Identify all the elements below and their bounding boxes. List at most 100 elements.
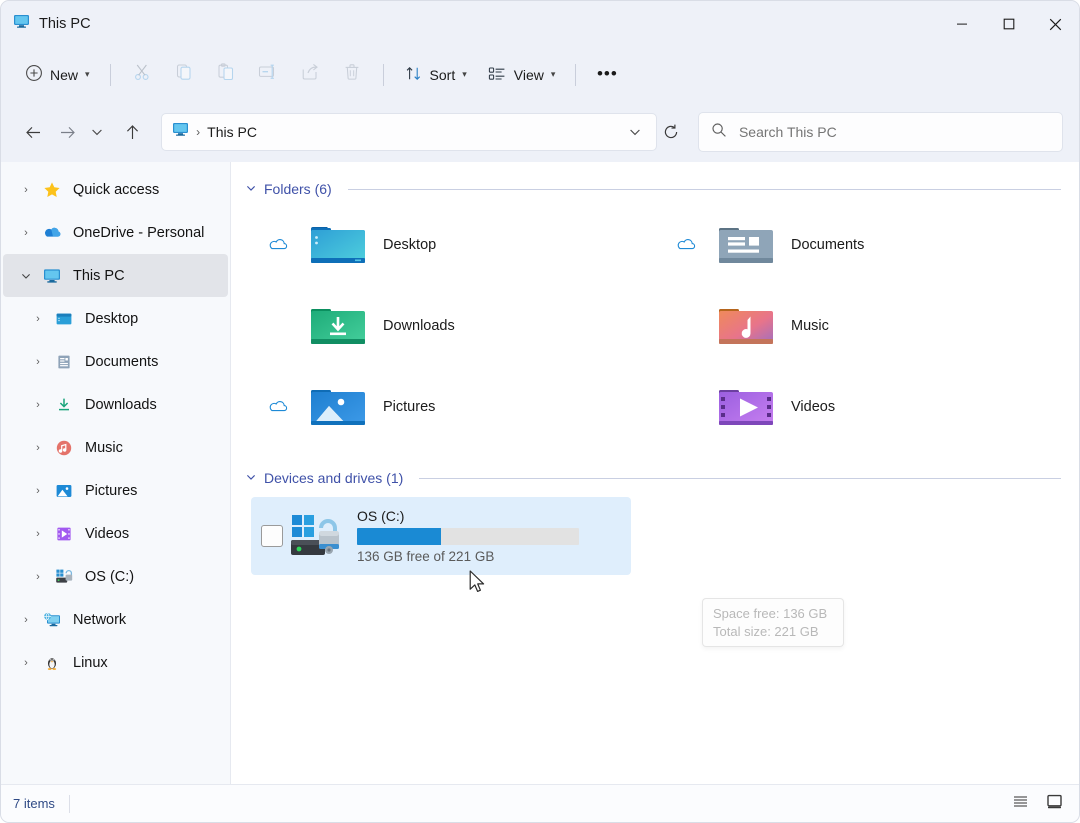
- refresh-button[interactable]: [657, 116, 685, 148]
- folder-item-videos[interactable]: Videos: [653, 366, 1061, 447]
- chevron-right-icon[interactable]: ›: [25, 442, 51, 454]
- mouse-cursor: [469, 570, 487, 601]
- monitor-icon: [39, 267, 65, 285]
- sidebar-item-music[interactable]: › Music: [3, 426, 228, 469]
- folder-item-documents[interactable]: Documents: [653, 204, 1061, 285]
- sort-arrows-icon: [404, 64, 423, 86]
- chevron-right-icon[interactable]: ›: [25, 528, 51, 540]
- forward-button[interactable]: [50, 114, 83, 150]
- chevron-right-icon[interactable]: ›: [25, 485, 51, 497]
- see-more-button[interactable]: •••: [586, 57, 628, 93]
- toolbar-divider-1: [109, 63, 111, 86]
- close-button[interactable]: [1032, 1, 1079, 47]
- address-bar[interactable]: › This PC: [161, 113, 658, 151]
- sidebar-item-network[interactable]: › Network: [3, 598, 228, 641]
- sidebar-item-label: Documents: [85, 353, 159, 370]
- sort-button[interactable]: Sort ▾: [394, 57, 477, 93]
- search-input[interactable]: [738, 124, 1050, 140]
- sidebar-item-onedrive[interactable]: › OneDrive - Personal: [3, 211, 228, 254]
- file-list-pane: Folders (6) Desktop Documents Downloads …: [231, 162, 1079, 784]
- search-box[interactable]: [697, 112, 1063, 152]
- sidebar-item-label: Quick access: [73, 181, 160, 198]
- sidebar-item-label: Desktop: [85, 310, 139, 327]
- downloads-icon: [51, 396, 77, 414]
- sidebar-item-label: OneDrive - Personal: [73, 224, 205, 241]
- breadcrumb-this-pc[interactable]: This PC: [207, 124, 257, 140]
- minimize-button[interactable]: [938, 1, 985, 47]
- drive-checkbox[interactable]: [261, 525, 283, 547]
- sidebar-item-os-c[interactable]: › OS (C:): [3, 555, 228, 598]
- drives-group-header[interactable]: Devices and drives (1): [245, 463, 1061, 493]
- chevron-down-icon[interactable]: [13, 270, 39, 282]
- monitor-tile-icon: [1046, 793, 1063, 815]
- paste-button[interactable]: [205, 57, 247, 93]
- file-explorer-window: This PC New ▾ Sort ▾ View ▾ ••• › This P…: [0, 0, 1080, 823]
- documents-folder-icon: [713, 222, 779, 268]
- recent-locations-button[interactable]: [84, 114, 110, 150]
- view-button[interactable]: View ▾: [477, 57, 566, 93]
- sidebar-item-videos[interactable]: › Videos: [3, 512, 228, 555]
- details-view-button[interactable]: [1007, 791, 1033, 817]
- large-icons-view-button[interactable]: [1041, 791, 1067, 817]
- folder-item-pictures[interactable]: Pictures: [245, 366, 653, 447]
- sidebar-item-downloads[interactable]: › Downloads: [3, 383, 228, 426]
- chevron-right-icon[interactable]: ›: [13, 657, 39, 669]
- chevron-right-icon[interactable]: ›: [25, 356, 51, 368]
- sidebar-item-label: Music: [85, 439, 123, 456]
- item-count-label: 7 items: [13, 796, 55, 811]
- chevron-right-icon[interactable]: ›: [13, 184, 39, 196]
- chevron-right-icon[interactable]: ›: [13, 227, 39, 239]
- list-lines-icon: [1012, 793, 1029, 815]
- drive-item-os-c[interactable]: OS (C:) 136 GB free of 221 GB: [251, 497, 631, 575]
- sidebar-item-pictures[interactable]: › Pictures: [3, 469, 228, 512]
- folder-label: Desktop: [383, 236, 437, 253]
- delete-button[interactable]: [331, 57, 373, 93]
- tooltip-space-free: Space free: 136 GB: [713, 606, 828, 621]
- sidebar-item-documents[interactable]: › Documents: [3, 340, 228, 383]
- cloud-status-icon: [659, 237, 713, 253]
- address-dropdown-button[interactable]: [622, 118, 648, 146]
- drive-icon: [51, 568, 77, 586]
- status-bar: 7 items: [1, 784, 1079, 822]
- chevron-right-icon[interactable]: ›: [25, 399, 51, 411]
- folder-item-desktop[interactable]: Desktop: [245, 204, 653, 285]
- desktop-folder-icon: [305, 222, 371, 268]
- chevron-down-icon[interactable]: [245, 471, 257, 486]
- folders-group-header[interactable]: Folders (6): [245, 174, 1061, 204]
- folder-label: Documents: [791, 236, 865, 253]
- sidebar-item-quick-access[interactable]: › Quick access: [3, 168, 228, 211]
- sidebar-item-desktop[interactable]: › Desktop: [3, 297, 228, 340]
- toolbar-divider-3: [575, 63, 577, 86]
- pictures-folder-icon: [305, 384, 371, 430]
- chevron-right-icon[interactable]: ›: [13, 614, 39, 626]
- chevron-down-icon: ▾: [85, 69, 90, 79]
- chevron-right-icon[interactable]: ›: [25, 313, 51, 325]
- new-button-label: New: [50, 66, 79, 83]
- sidebar-item-label: This PC: [73, 267, 125, 284]
- command-bar: New ▾ Sort ▾ View ▾ •••: [1, 47, 1079, 102]
- rename-button[interactable]: [247, 57, 289, 93]
- view-list-icon: [487, 64, 507, 86]
- cut-button[interactable]: [121, 57, 163, 93]
- drive-tooltip: Space free: 136 GB Total size: 221 GB: [702, 598, 844, 647]
- folder-item-downloads[interactable]: Downloads: [245, 285, 653, 366]
- share-button[interactable]: [289, 57, 331, 93]
- search-icon: [711, 122, 727, 143]
- star-icon: [39, 181, 65, 199]
- documents-folder-icon: [51, 353, 77, 371]
- folder-item-music[interactable]: Music: [653, 285, 1061, 366]
- sidebar-item-linux[interactable]: › Linux: [3, 641, 228, 684]
- new-button[interactable]: New ▾: [15, 57, 100, 93]
- copy-button[interactable]: [163, 57, 205, 93]
- maximize-button[interactable]: [985, 1, 1032, 47]
- navigation-pane[interactable]: › Quick access › OneDrive - Personal Thi…: [1, 162, 231, 784]
- up-button[interactable]: [116, 114, 149, 150]
- chevron-right-icon[interactable]: ›: [25, 571, 51, 583]
- folder-label: Pictures: [383, 398, 436, 415]
- title-bar: This PC: [1, 1, 1079, 47]
- address-bar-row: › This PC: [1, 102, 1079, 162]
- chevron-down-icon[interactable]: [245, 182, 257, 197]
- back-button[interactable]: [17, 114, 50, 150]
- sidebar-item-this-pc[interactable]: This PC: [3, 254, 228, 297]
- cloud-status-icon: [251, 237, 305, 253]
